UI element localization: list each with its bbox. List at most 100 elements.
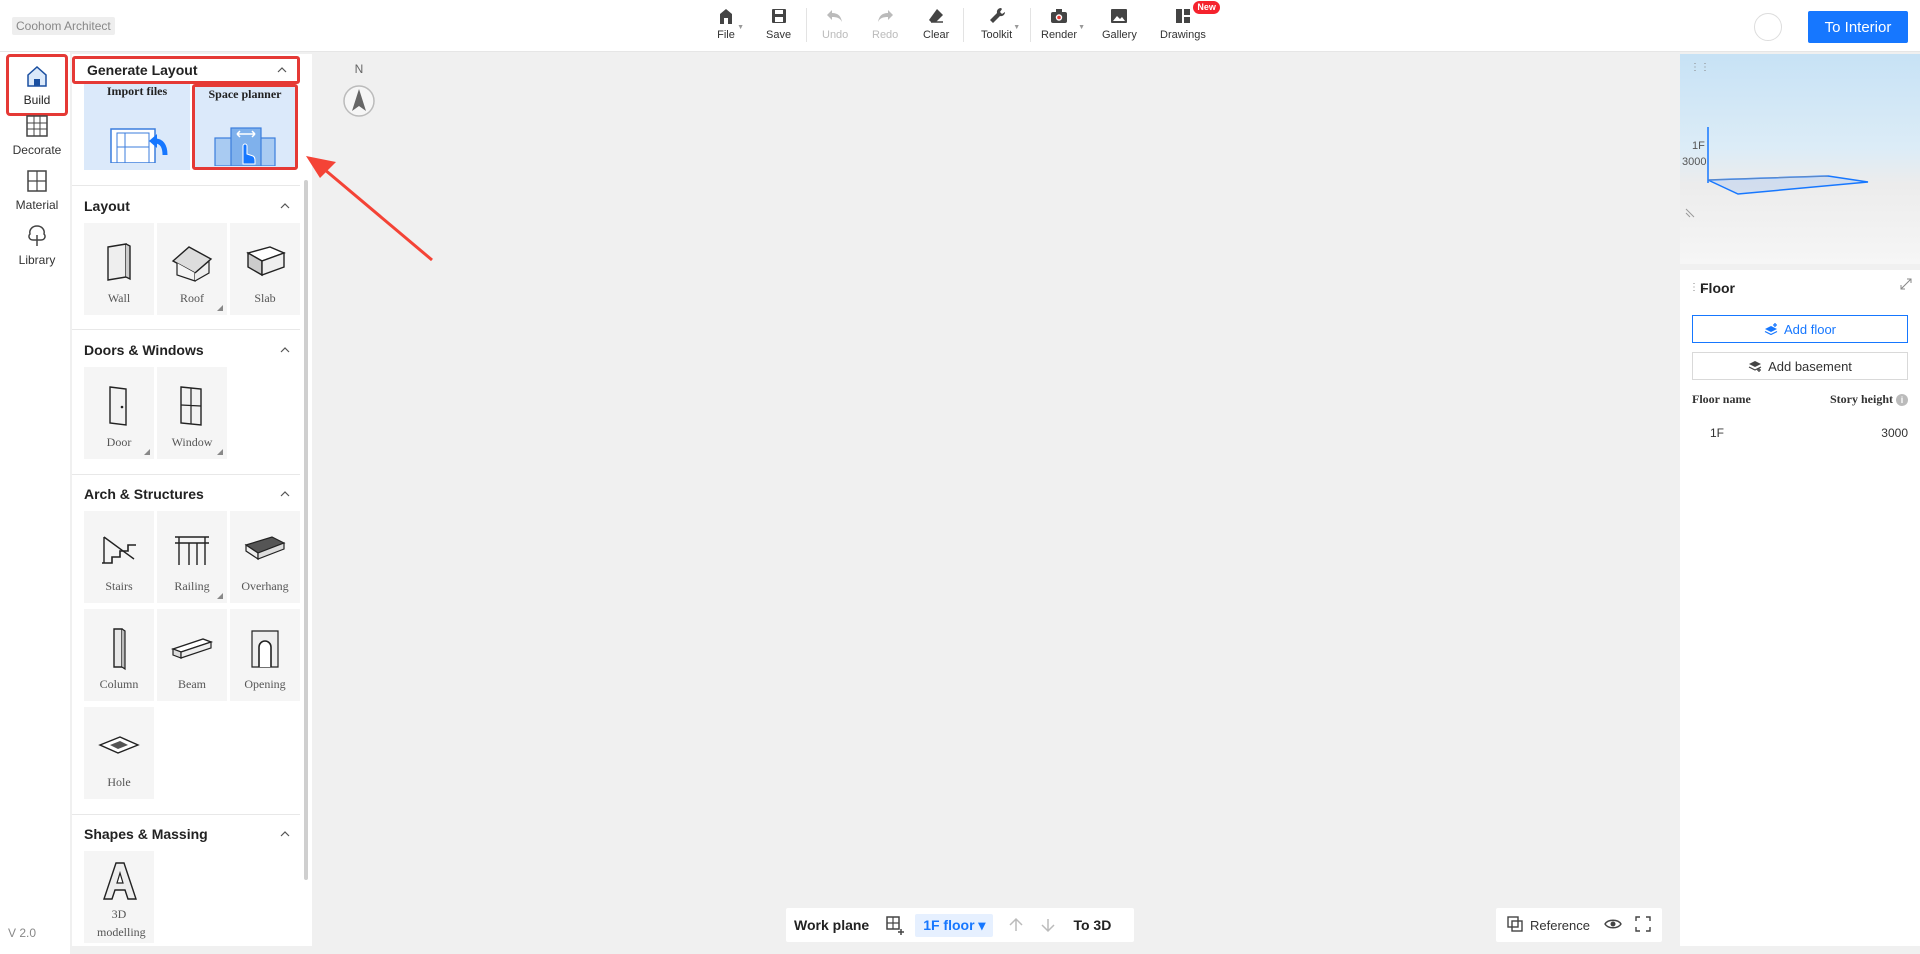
undo-label: Undo xyxy=(822,29,849,41)
submenu-corner-icon xyxy=(217,305,223,311)
section-header-layout[interactable]: Layout xyxy=(72,192,300,220)
add-basement-button[interactable]: Add basement xyxy=(1692,352,1908,380)
toolkit-menu-button[interactable]: Toolkit ▼ xyxy=(981,6,1020,48)
slab-tile[interactable]: Slab xyxy=(230,223,300,315)
railing-tile[interactable]: Railing xyxy=(157,511,227,603)
gallery-button[interactable]: Gallery xyxy=(1102,6,1137,48)
redo-button[interactable]: Redo xyxy=(872,6,898,48)
clear-label: Clear xyxy=(923,29,950,41)
floor-row-height: 3000 xyxy=(1881,426,1908,440)
bottom-toolbar: Work plane 1F floor ▾ To 3D xyxy=(786,908,1134,942)
file-label: File xyxy=(717,29,735,41)
overhang-tile[interactable]: Overhang xyxy=(230,511,300,603)
3d-preview-panel[interactable]: ⋮⋮ 1F 3000 xyxy=(1680,54,1920,264)
space-planner-label: Space planner xyxy=(208,87,282,101)
hole-label: Hole xyxy=(107,775,131,789)
space-planner-card[interactable]: Space planner xyxy=(192,84,298,170)
render-menu-button[interactable]: Render ▼ xyxy=(1041,6,1085,48)
section-header-arch-structures[interactable]: Arch & Structures xyxy=(72,480,300,508)
railing-label: Railing xyxy=(174,579,210,593)
section-header-doors-windows[interactable]: Doors & Windows xyxy=(72,336,300,364)
save-button[interactable]: Save xyxy=(766,6,791,48)
caret-down-icon: ▼ xyxy=(737,24,744,31)
redo-icon xyxy=(878,10,894,22)
reference-button[interactable]: Reference xyxy=(1530,918,1590,933)
arrow-up-icon[interactable] xyxy=(1007,916,1025,934)
hole-tile[interactable]: Hole xyxy=(84,707,154,799)
file-menu-button[interactable]: File ▼ xyxy=(716,6,744,48)
section-title: Layout xyxy=(84,198,130,214)
reference-bar: Reference xyxy=(1496,908,1662,942)
import-files-card[interactable]: Import files xyxy=(84,84,190,170)
to-interior-button[interactable]: To Interior xyxy=(1808,11,1908,43)
col-floor-name: Floor name xyxy=(1692,392,1751,406)
add-grid-icon[interactable] xyxy=(885,915,905,935)
section-header-generate-layout[interactable]: Generate Layout xyxy=(72,56,300,84)
opening-tile[interactable]: Opening xyxy=(230,609,300,701)
nav-material[interactable]: Material xyxy=(6,162,68,224)
expand-icon[interactable] xyxy=(1900,278,1912,290)
undo-button[interactable]: Undo xyxy=(822,6,848,48)
gallery-label: Gallery xyxy=(1102,29,1137,41)
stairs-tile[interactable]: Stairs xyxy=(84,511,154,603)
floor-selector[interactable]: 1F floor ▾ xyxy=(915,913,994,937)
window-label: Window xyxy=(171,435,213,449)
section-header-shapes-massing[interactable]: Shapes & Massing xyxy=(72,820,300,848)
file-house-icon xyxy=(720,9,732,24)
floor-plane-graphic xyxy=(1685,127,1869,218)
version-label: V 2.0 xyxy=(8,926,37,940)
floor-row[interactable]: 1F 3000 xyxy=(1692,426,1908,440)
wall-icon xyxy=(107,243,131,281)
catalog-panel: Generate Layout Import files Space plann… xyxy=(72,54,312,946)
roof-tile[interactable]: Roof xyxy=(157,223,227,315)
catalog-scrollbar[interactable] xyxy=(304,180,308,880)
add-floor-button[interactable]: Add floor xyxy=(1692,315,1908,343)
submenu-corner-icon xyxy=(217,449,223,455)
eye-icon[interactable] xyxy=(1604,915,1622,936)
section-divider xyxy=(72,185,300,186)
wall-tile[interactable]: Wall xyxy=(84,223,154,315)
left-nav: Build Decorate Material Library xyxy=(0,52,70,954)
work-plane-label[interactable]: Work plane xyxy=(794,917,869,933)
slab-label: Slab xyxy=(254,291,276,305)
floor-row-name: 1F xyxy=(1710,426,1725,440)
chevron-up-icon xyxy=(280,491,290,497)
add-floor-label: Add floor xyxy=(1783,321,1837,337)
compass[interactable]: N xyxy=(342,62,376,124)
chevron-up-icon xyxy=(280,831,290,837)
door-tile[interactable]: Door xyxy=(84,367,154,459)
nav-decorate-label: Decorate xyxy=(12,143,62,157)
arrow-down-icon[interactable] xyxy=(1039,916,1057,934)
decorate-grid-icon xyxy=(26,115,48,137)
opening-label: Opening xyxy=(244,677,286,691)
stairs-label: Stairs xyxy=(105,579,133,593)
section-title: Generate Layout xyxy=(87,62,198,78)
reference-icon xyxy=(1506,915,1524,936)
window-tile[interactable]: Window xyxy=(157,367,227,459)
toolbar-divider xyxy=(1030,8,1031,42)
column-tile[interactable]: Column xyxy=(84,609,154,701)
section-title: Arch & Structures xyxy=(84,486,204,502)
beam-icon xyxy=(170,638,214,659)
save-label: Save xyxy=(766,29,792,41)
drawings-button[interactable]: Drawings New xyxy=(1160,1,1220,48)
space-planner-icon xyxy=(214,127,276,166)
user-avatar[interactable] xyxy=(1754,13,1782,41)
fullscreen-icon[interactable] xyxy=(1634,915,1652,936)
hole-icon xyxy=(98,736,140,754)
3d-modelling-tile[interactable]: 3D modelling xyxy=(84,851,154,943)
caret-down-icon: ▼ xyxy=(1013,24,1021,31)
nav-library[interactable]: Library xyxy=(6,217,68,279)
floor-panel-title: Floor xyxy=(1700,280,1735,296)
nav-decorate[interactable]: Decorate xyxy=(6,107,68,169)
clear-button[interactable]: Clear xyxy=(923,6,949,48)
to-3d-button[interactable]: To 3D xyxy=(1073,917,1111,933)
floor-table-header: Floor name Story height i xyxy=(1692,392,1908,407)
beam-tile[interactable]: Beam xyxy=(157,609,227,701)
info-icon[interactable]: i xyxy=(1896,394,1908,406)
toolbar-divider xyxy=(806,8,807,42)
beam-label: Beam xyxy=(178,677,206,691)
slab-icon xyxy=(246,246,286,277)
new-badge: New xyxy=(1193,1,1220,14)
3d-modelling-label: 3D modelling xyxy=(97,907,146,939)
